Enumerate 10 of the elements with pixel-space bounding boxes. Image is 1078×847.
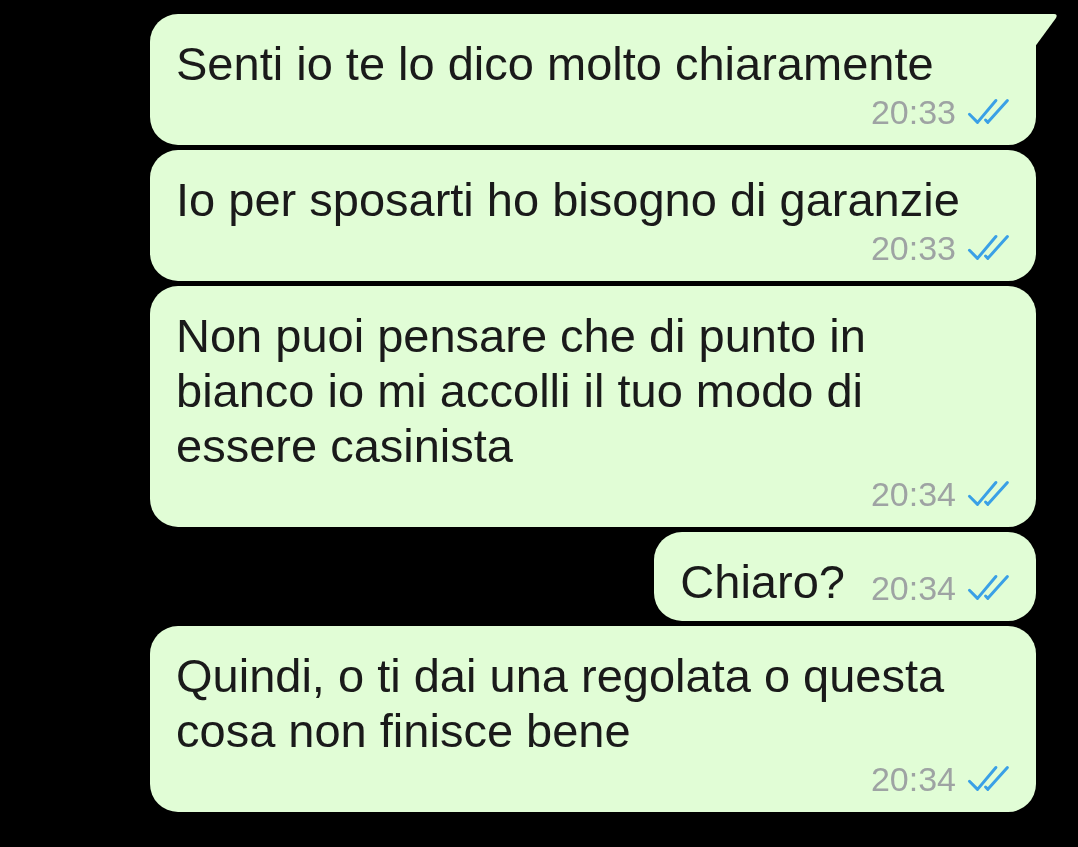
message-text: Io per sposarti ho bisogno di garanzie xyxy=(176,172,960,227)
message-time: 20:34 xyxy=(870,568,956,609)
message-time: 20:34 xyxy=(870,474,956,515)
message-time: 20:34 xyxy=(870,759,956,800)
message-time: 20:33 xyxy=(870,92,956,133)
message-time: 20:33 xyxy=(870,228,956,269)
message-text: Senti io te lo dico molto chiaramente xyxy=(176,36,934,91)
message-text: Chiaro? xyxy=(680,554,845,609)
message-text: Quindi, o ti dai una regolata o questa cosa non finisce bene xyxy=(176,648,946,758)
message-text: Non puoi pensare che di punto in bianco io mi accolli il tuo modo di essere casinista xyxy=(176,308,867,473)
